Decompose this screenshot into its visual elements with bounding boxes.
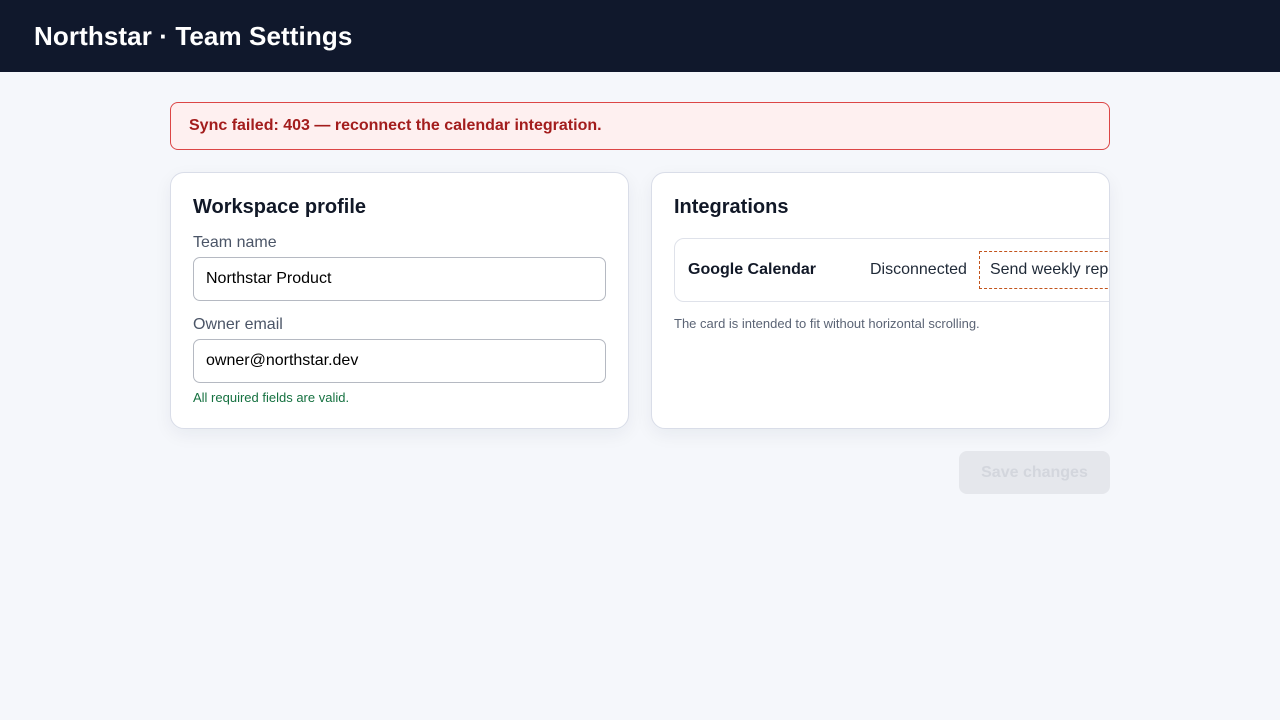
top-bar: Northstar · Team Settings [0, 0, 1280, 72]
integration-name: Google Calendar [688, 261, 817, 278]
alert-message: Sync failed: 403 — reconnect the calenda… [189, 117, 602, 134]
integrations-note: The card is intended to fit without hori… [674, 316, 980, 331]
integrations-card: Integrations Google Calendar Disconnecte… [651, 172, 1110, 429]
integrations-title: Integrations [674, 196, 789, 218]
send-weekly-report-label: Send weekly report [989, 261, 1109, 278]
owner-email-label: Owner email [193, 316, 283, 333]
integration-row-google-calendar: Google Calendar Disconnected Send weekly… [674, 238, 1109, 302]
app-title: Northstar · Team Settings [34, 20, 353, 51]
send-weekly-report-toggle[interactable]: Send weekly report [978, 251, 1109, 289]
save-changes-button[interactable]: Save changes [959, 451, 1110, 494]
workspace-profile-title: Workspace profile [193, 196, 367, 218]
workspace-profile-card: Workspace profile Team name Owner email … [170, 172, 629, 429]
integration-status: Disconnected [870, 261, 967, 278]
team-name-label: Team name [193, 234, 277, 251]
validation-message: All required fields are valid. [193, 390, 350, 405]
sync-error-alert: Sync failed: 403 — reconnect the calenda… [170, 102, 1110, 150]
owner-email-input[interactable] [193, 339, 606, 383]
team-name-input[interactable] [193, 257, 606, 301]
